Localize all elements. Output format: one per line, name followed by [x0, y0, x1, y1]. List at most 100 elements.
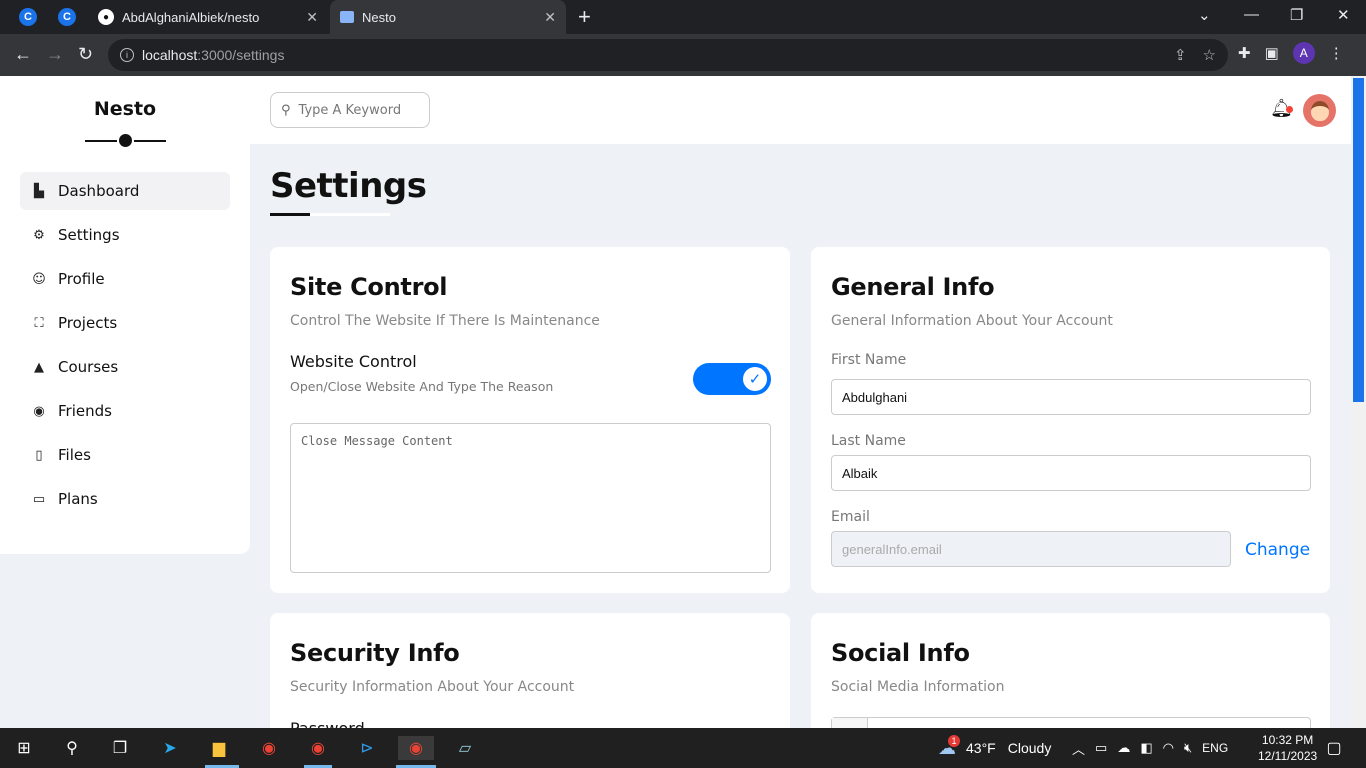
email-label: Email: [831, 509, 870, 525]
restore-icon[interactable]: ❐: [1290, 6, 1303, 24]
minimize-icon[interactable]: —: [1244, 6, 1259, 23]
browser-tab-bar: C C ● AbdAlghaniAlbiek/nesto ✕ Nesto ✕ +…: [0, 0, 1366, 34]
page-icon: [340, 11, 354, 23]
clock[interactable]: 10:32 PM 12/11/2023: [1258, 732, 1317, 764]
forward-icon[interactable]: →: [46, 44, 64, 65]
back-icon[interactable]: ←: [14, 44, 32, 65]
wifi-icon[interactable]: ◠: [1163, 740, 1174, 756]
search-placeholder: Type A Keyword: [298, 102, 402, 118]
sidebar-item-dashboard[interactable]: ▙ Dashboard: [20, 172, 230, 210]
top-header: ⚲ Type A Keyword 🔔︎: [250, 76, 1351, 144]
tab-search-icon[interactable]: ⌄: [1198, 6, 1211, 24]
sidebar-item-label: Projects: [58, 314, 118, 332]
url-field[interactable]: i localhost:3000/settings ⇪ ☆: [108, 39, 1228, 71]
search-icon: ⚲: [281, 102, 291, 118]
search-input[interactable]: ⚲ Type A Keyword: [270, 92, 430, 128]
brand-dot: [119, 134, 132, 147]
card-title: Security Info: [290, 639, 460, 667]
new-tab-button[interactable]: +: [578, 4, 591, 30]
file-explorer-icon[interactable]: ▆: [207, 736, 231, 760]
website-control-label: Website Control: [290, 352, 417, 371]
diagram-icon: ⛶: [34, 315, 44, 331]
share-icon[interactable]: ⇪: [1174, 46, 1187, 64]
sidebar-item-settings[interactable]: ⚙ Settings: [20, 216, 230, 254]
sidebar-item-projects[interactable]: ⛶ Projects: [20, 304, 230, 342]
change-email-link[interactable]: Change: [1245, 540, 1310, 560]
last-name-label: Last Name: [831, 433, 906, 449]
sidebar-item-courses[interactable]: ▲ Courses: [20, 348, 230, 386]
sidebar-item-files[interactable]: ▯ Files: [20, 436, 230, 474]
page-scrollbar[interactable]: [1351, 76, 1366, 728]
chrome-icon-active[interactable]: ◉: [398, 736, 434, 760]
site-info-icon[interactable]: i: [120, 48, 134, 62]
clock-time: 10:32 PM: [1261, 733, 1314, 747]
sidebar-item-profile[interactable]: ☺ Profile: [20, 260, 230, 298]
address-bar-row: ← → ↻ i localhost:3000/settings ⇪ ☆ ✚ ▣ …: [0, 34, 1366, 76]
bookmark-star-icon[interactable]: ☆: [1203, 46, 1216, 64]
sidebar: Nesto ▙ Dashboard ⚙ Settings ☺ Profile ⛶…: [0, 76, 250, 554]
sidebar-item-label: Files: [58, 446, 91, 464]
vscode-icon[interactable]: ⊳: [355, 736, 379, 760]
telegram-icon[interactable]: ➤: [158, 736, 182, 760]
browser-tab[interactable]: ● AbdAlghaniAlbiek/nesto ✕: [88, 0, 328, 34]
social-input[interactable]: [831, 717, 1311, 728]
email-value: generalInfo.email: [842, 541, 942, 557]
extensions-icon[interactable]: ✚: [1238, 44, 1251, 62]
profile-avatar[interactable]: A: [1292, 42, 1315, 64]
cloud-sync-icon[interactable]: ☁: [1117, 740, 1130, 756]
windows-start-icon[interactable]: ⊞: [12, 736, 36, 760]
last-name-field[interactable]: Albaik: [831, 455, 1311, 491]
close-window-icon[interactable]: ✕: [1337, 6, 1350, 24]
sidebar-item-friends[interactable]: ◉ Friends: [20, 392, 230, 430]
language-indicator[interactable]: ENG: [1202, 741, 1228, 755]
sidebar-item-label: Plans: [58, 490, 98, 508]
title-underline-accent: [270, 213, 310, 216]
gear-icon: ⚙: [33, 227, 45, 243]
social-prefix: [832, 718, 868, 728]
chrome-icon[interactable]: ◉: [257, 736, 281, 760]
reload-icon[interactable]: ↻: [78, 44, 93, 65]
battery-icon[interactable]: ▭: [1095, 740, 1107, 756]
scrollbar-thumb[interactable]: [1353, 78, 1364, 402]
chevron-up-icon[interactable]: ︿: [1072, 739, 1085, 758]
sidebar-item-label: Dashboard: [58, 182, 140, 200]
weather-widget[interactable]: ☁ 1 43°F Cloudy: [938, 728, 1051, 768]
card-title: Site Control: [290, 273, 448, 301]
clock-date: 12/11/2023: [1258, 749, 1318, 763]
menu-kebab-icon[interactable]: ⋮: [1329, 44, 1344, 62]
textarea-placeholder: Close Message Content: [301, 434, 453, 448]
avatar[interactable]: [1303, 94, 1336, 127]
sidebar-item-label: Courses: [58, 358, 119, 376]
chrome-icon[interactable]: ◉: [306, 736, 330, 760]
notepad-icon[interactable]: ▱: [453, 736, 477, 760]
card-title: Social Info: [831, 639, 970, 667]
url-host: localhost: [142, 47, 198, 63]
side-panel-icon[interactable]: ▣: [1265, 44, 1279, 62]
system-tray: ︿ ▭ ☁ ◧ ◠ 🔇︎ ENG: [1072, 728, 1228, 768]
sidebar-nav: ▙ Dashboard ⚙ Settings ☺ Profile ⛶ Proje…: [20, 172, 230, 524]
github-icon: ●: [98, 9, 114, 25]
first-name-field[interactable]: Abdulghani: [831, 379, 1311, 415]
site-control-card: Site Control Control The Website If Ther…: [270, 247, 790, 593]
browser-tab-active[interactable]: Nesto ✕: [330, 0, 566, 34]
first-name-label: First Name: [831, 352, 907, 368]
close-tab-icon[interactable]: ✕: [544, 9, 556, 26]
user-circle-icon: ◉: [33, 403, 45, 419]
close-message-textarea[interactable]: Close Message Content: [290, 423, 771, 573]
sidebar-item-label: Friends: [58, 402, 112, 420]
camera-icon[interactable]: ◧: [1140, 740, 1152, 756]
volume-muted-icon[interactable]: 🔇︎: [1184, 740, 1192, 756]
sidebar-item-plans[interactable]: ▭ Plans: [20, 480, 230, 518]
pinned-tab-icon[interactable]: C: [58, 8, 76, 26]
graduation-cap-icon: ▲: [34, 359, 44, 375]
notifications-icon[interactable]: ▢: [1322, 736, 1346, 760]
pinned-tab-icon[interactable]: C: [19, 8, 37, 26]
search-icon[interactable]: ⚲: [60, 736, 84, 760]
tab-title: AbdAlghaniAlbiek/nesto: [122, 9, 260, 25]
weather-temp: 43°F: [966, 740, 996, 756]
credit-card-icon: ▭: [32, 491, 46, 507]
close-tab-icon[interactable]: ✕: [306, 9, 318, 26]
website-control-toggle[interactable]: ✓: [693, 363, 771, 395]
task-view-icon[interactable]: ❐: [108, 736, 132, 760]
brand-title: Nesto: [93, 98, 157, 120]
